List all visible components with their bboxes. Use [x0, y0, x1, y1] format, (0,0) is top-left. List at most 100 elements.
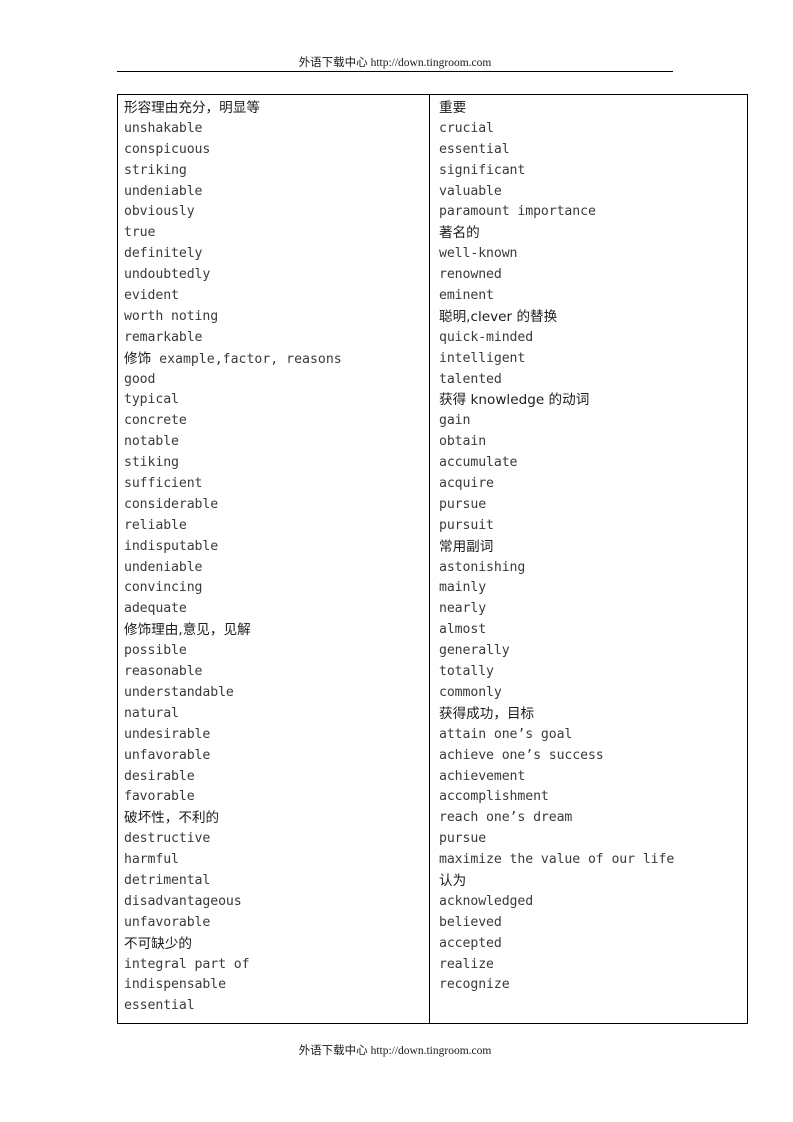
vocabulary-term: nearly	[439, 601, 487, 617]
vocabulary-term: gain	[439, 413, 471, 429]
vocabulary-term: undeniable	[124, 183, 203, 199]
vocabulary-term: desirable	[124, 768, 195, 784]
page-header-url: http://down.tingroom.com	[367, 57, 492, 69]
vocabulary-term: remarkable	[124, 329, 203, 345]
vocabulary-term: obtain	[439, 434, 487, 450]
page-footer-site-name: 外语下载中心	[298, 1043, 368, 1057]
vocabulary-term: astonishing	[439, 559, 526, 575]
page-header: 外语下载中心 http://down.tingroom.com	[117, 54, 673, 70]
vocabulary-term: harmful	[124, 852, 179, 868]
vocabulary-category-heading: 形容理由充分，明显等	[124, 100, 260, 116]
vocabulary-term: totally	[439, 664, 494, 680]
vocabulary-term: notable	[124, 434, 179, 450]
vocabulary-term: evident	[124, 288, 179, 304]
vocabulary-term: paramount importance	[439, 204, 596, 220]
vocabulary-term: obviously	[124, 204, 195, 220]
vocabulary-term: valuable	[439, 183, 502, 199]
vocabulary-table: 形容理由充分，明显等 unshakable conspicuous striking u…	[117, 94, 748, 1025]
vocabulary-term: eminent	[439, 288, 494, 304]
vocabulary-term: possible	[124, 643, 187, 659]
vocabulary-term: considerable	[124, 496, 219, 512]
vocabulary-term: accepted	[439, 935, 502, 951]
vocabulary-term: conspicuous	[124, 141, 211, 157]
category-cjk-part: 修饰	[124, 350, 152, 367]
vocabulary-category-heading: 重要	[439, 100, 467, 116]
vocabulary-term: convincing	[124, 580, 203, 596]
vocabulary-term: realize	[439, 956, 494, 972]
vocabulary-term: intelligent	[439, 350, 526, 366]
vocabulary-term: reliable	[124, 517, 187, 533]
vocabulary-term: reach one’s dream	[439, 810, 573, 826]
vocabulary-term: talented	[439, 371, 502, 387]
vocabulary-term: disadvantageous	[124, 893, 242, 909]
category-latin-part: example,factor, reasons	[151, 351, 342, 367]
page-footer-url: http://down.tingroom.com	[367, 1045, 492, 1057]
vocabulary-term: stiking	[124, 455, 179, 471]
vocabulary-term: unshakable	[124, 120, 203, 136]
vocabulary-term: recognize	[439, 977, 510, 993]
vocabulary-term: detrimental	[124, 872, 211, 888]
vocabulary-term: good	[124, 371, 156, 387]
vocabulary-term: generally	[439, 643, 510, 659]
vocabulary-term: unfavorable	[124, 914, 211, 930]
vocabulary-term: quick-minded	[439, 329, 534, 345]
vocabulary-term: essential	[124, 998, 195, 1014]
vocabulary-term: renowned	[439, 267, 502, 283]
vocabulary-term: maximize the value of our life	[439, 852, 675, 868]
vocabulary-term: achieve one’s success	[439, 747, 604, 763]
vocabulary-term: unfavorable	[124, 747, 211, 763]
vocabulary-category-heading: 修饰 example,factor, reasons	[124, 349, 425, 370]
vocabulary-category-heading: 著名的	[439, 225, 480, 242]
vocabulary-term: true	[124, 225, 156, 241]
vocabulary-term: integral part of	[124, 956, 250, 972]
vocabulary-category-heading: 破坏性，不利的	[124, 810, 220, 827]
vocabulary-term: acquire	[439, 476, 494, 492]
vocabulary-term: accumulate	[439, 455, 518, 471]
vocabulary-term: crucial	[439, 120, 494, 136]
empty-row	[439, 996, 743, 1017]
vocabulary-term: concrete	[124, 413, 187, 429]
document-page: 外语下载中心 http://down.tingroom.com 形容理由充分，明…	[0, 0, 793, 1122]
vocabulary-term: undesirable	[124, 726, 211, 742]
vocabulary-term: acknowledged	[439, 893, 534, 909]
vocabulary-category-heading: 不可缺少的	[124, 935, 192, 952]
page-footer: 外语下载中心 http://down.tingroom.com	[117, 1042, 673, 1058]
vocabulary-term: believed	[439, 914, 502, 930]
vocabulary-term: almost	[439, 622, 487, 638]
vocabulary-term: well-known	[439, 246, 518, 262]
vocabulary-category-heading: 获得成功，目标	[439, 705, 535, 722]
vocabulary-term: natural	[124, 705, 179, 721]
vocabulary-term: essential	[439, 141, 510, 157]
vocabulary-term: reasonable	[124, 664, 203, 680]
vocabulary-term: pursue	[439, 831, 487, 847]
vocabulary-term: accomplishment	[439, 789, 549, 805]
vocabulary-term: definitely	[124, 246, 203, 262]
vocabulary-term: indisputable	[124, 538, 219, 554]
vocabulary-term: achievement	[439, 768, 526, 784]
vocabulary-term: undoubtedly	[124, 267, 211, 283]
vocabulary-term: mainly	[439, 580, 487, 596]
vocabulary-term: adequate	[124, 601, 187, 617]
vocabulary-term: commonly	[439, 684, 502, 700]
vocabulary-term: pursue	[439, 496, 487, 512]
vocabulary-category-heading: 修饰理由,意见，见解	[124, 622, 251, 639]
header-divider-rule	[117, 71, 673, 72]
vocabulary-term: understandable	[124, 684, 234, 700]
vocabulary-column-left: 形容理由充分，明显等 unshakable conspicuous striking u…	[118, 95, 430, 1024]
vocabulary-term: attain one’s goal	[439, 726, 573, 742]
vocabulary-category-heading: 聪明,clever 的替换	[439, 308, 558, 325]
vocabulary-term: significant	[439, 162, 526, 178]
vocabulary-term: favorable	[124, 789, 195, 805]
vocabulary-category-heading: 常用副词	[439, 538, 494, 555]
vocabulary-term: worth noting	[124, 308, 219, 324]
vocabulary-term: indispensable	[124, 977, 226, 993]
vocabulary-category-heading: 获得 knowledge 的动词	[439, 392, 590, 409]
vocabulary-term: pursuit	[439, 517, 494, 533]
vocabulary-term: undeniable	[124, 559, 203, 575]
vocabulary-term: sufficient	[124, 476, 203, 492]
vocabulary-term: striking	[124, 162, 187, 178]
vocabulary-column-right: 重要 crucial essential significant valuable par…	[430, 95, 747, 1023]
vocabulary-term: destructive	[124, 831, 211, 847]
vocabulary-category-heading: 认为	[439, 872, 467, 889]
vocabulary-term: typical	[124, 392, 179, 408]
